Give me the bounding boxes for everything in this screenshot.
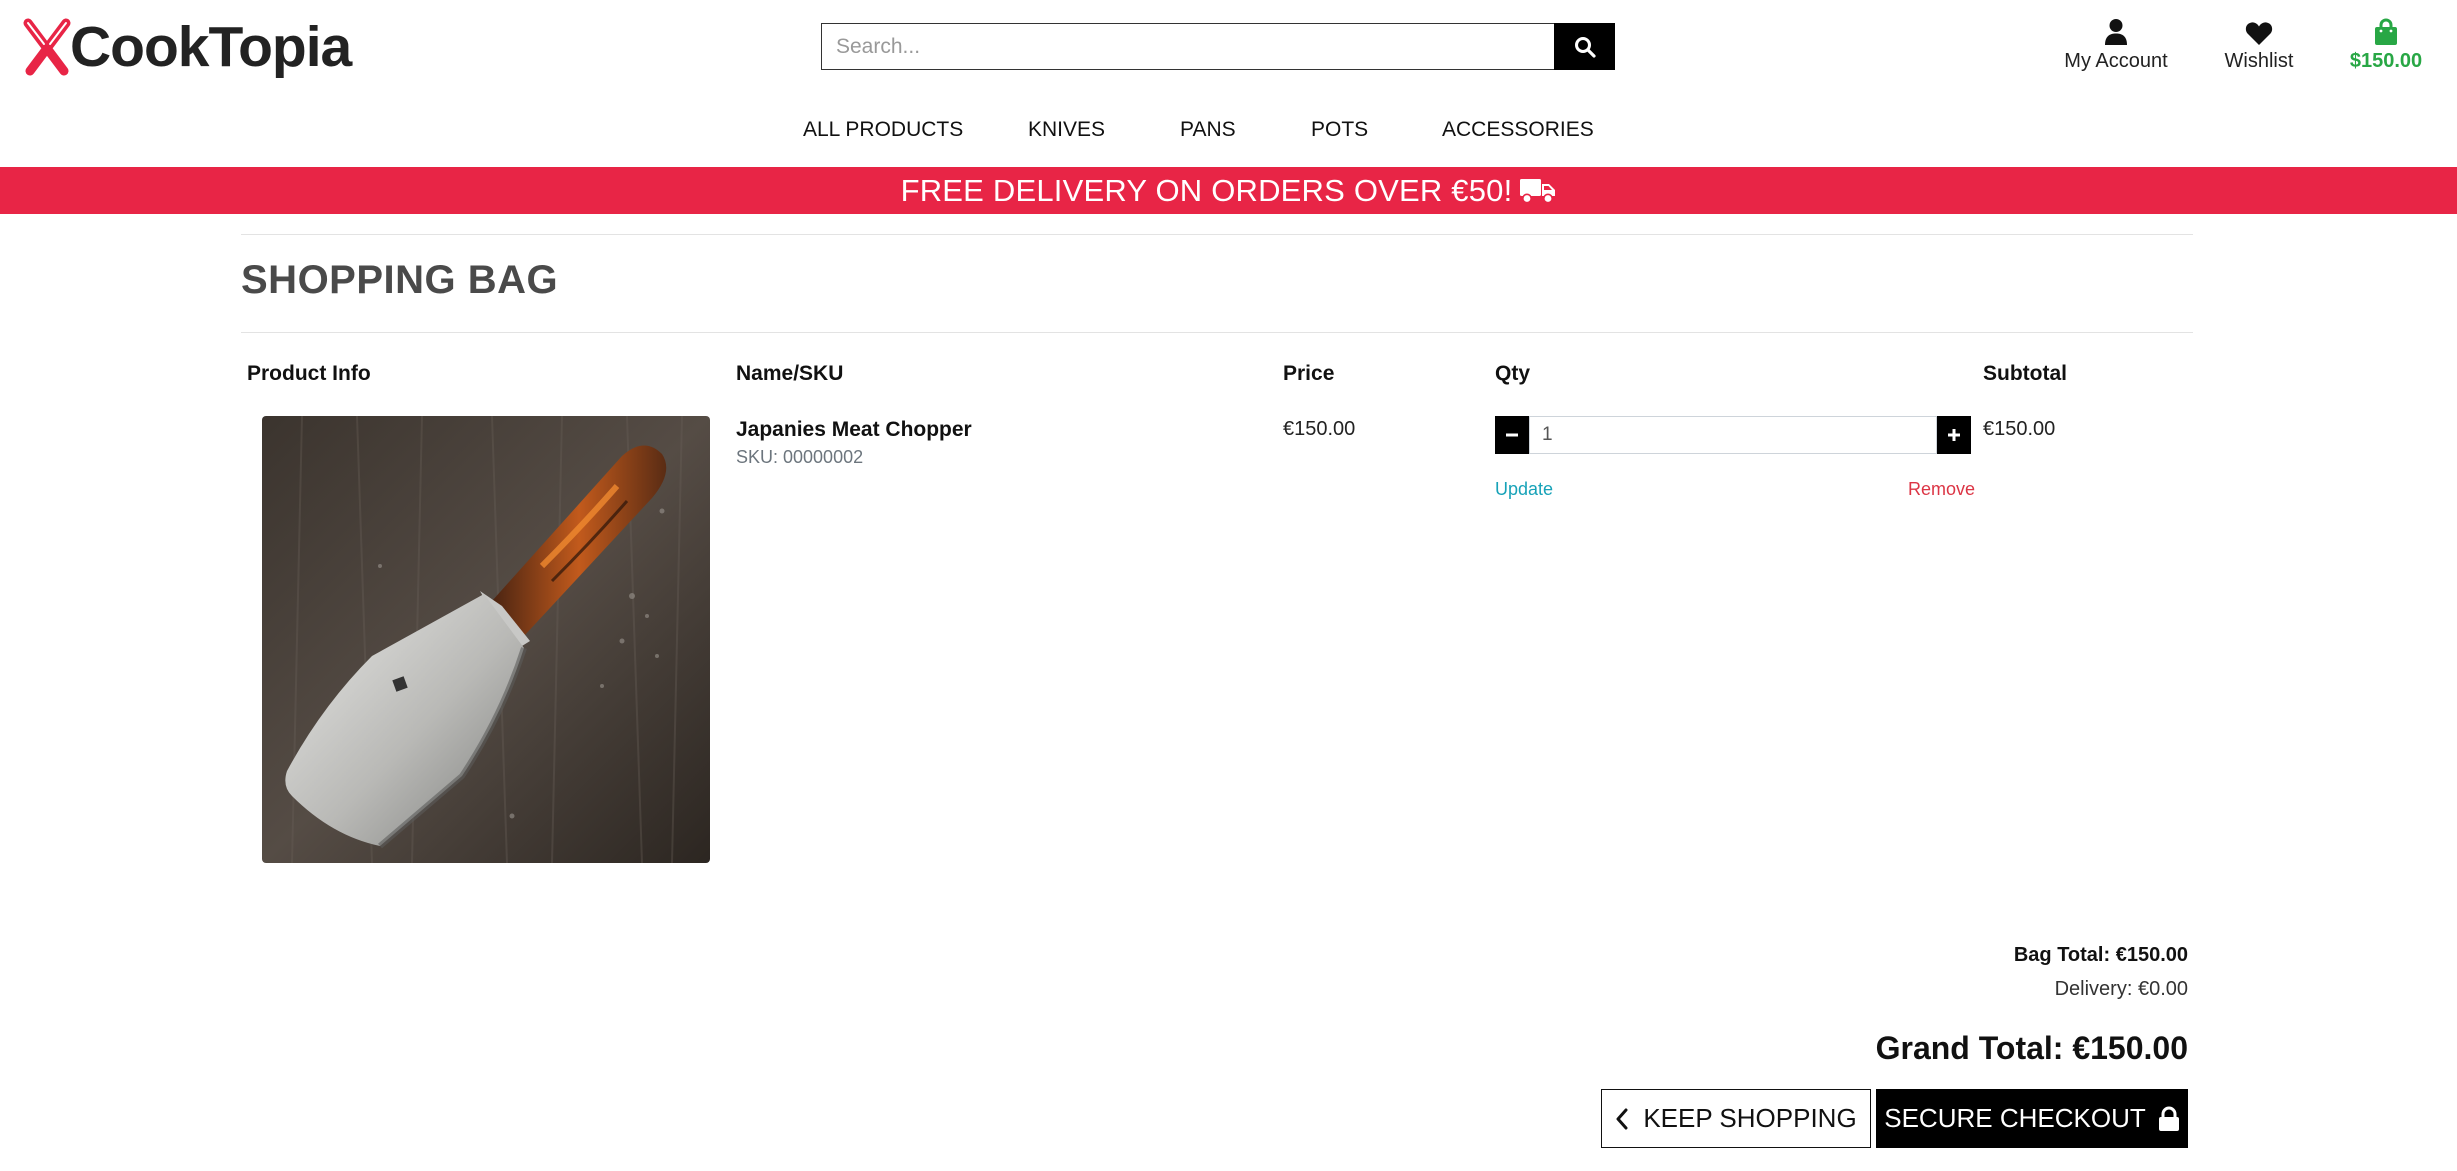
nav-all-products[interactable]: ALL PRODUCTS bbox=[803, 118, 963, 142]
quantity-stepper bbox=[1495, 416, 1971, 454]
wishlist-label: Wishlist bbox=[2224, 50, 2294, 72]
heart-icon bbox=[2245, 22, 2273, 45]
shopping-bag-link[interactable]: $150.00 bbox=[2340, 16, 2432, 73]
keep-shopping-button[interactable]: KEEP SHOPPING bbox=[1601, 1089, 1871, 1148]
remove-link[interactable]: Remove bbox=[1908, 479, 1975, 500]
lock-icon bbox=[2158, 1106, 2179, 1131]
user-icon bbox=[2105, 19, 2127, 45]
bag-total-amount: $150.00 bbox=[2349, 50, 2423, 72]
header-product-info: Product Info bbox=[247, 362, 371, 385]
search-button[interactable] bbox=[1554, 23, 1615, 70]
truck-icon bbox=[1520, 178, 1556, 203]
secure-checkout-button[interactable]: SECURE CHECKOUT bbox=[1876, 1089, 2188, 1148]
update-link[interactable]: Update bbox=[1495, 479, 1553, 500]
wishlist-link[interactable]: Wishlist bbox=[2218, 16, 2300, 73]
free-delivery-banner: FREE DELIVERY ON ORDERS OVER €50! bbox=[0, 167, 2457, 214]
page-title: SHOPPING BAG bbox=[241, 258, 559, 302]
main-nav: ALL PRODUCTS KNIVES PANS POTS ACCESSORIE… bbox=[0, 118, 2457, 148]
my-account-label: My Account bbox=[2064, 50, 2168, 72]
site-logo[interactable]: CookTopia bbox=[20, 12, 352, 82]
top-divider bbox=[241, 234, 2193, 235]
plus-icon bbox=[1948, 429, 1960, 441]
banner-text: FREE DELIVERY ON ORDERS OVER €50! bbox=[900, 172, 1513, 208]
nav-knives[interactable]: KNIVES bbox=[1028, 118, 1105, 142]
product-sku: SKU: 00000002 bbox=[736, 447, 864, 467]
chevron-left-icon bbox=[1616, 1108, 1628, 1129]
search-input[interactable] bbox=[821, 23, 1554, 70]
qty-input[interactable] bbox=[1529, 416, 1937, 454]
brand-name: CookTopia bbox=[70, 14, 352, 79]
keep-shopping-label: KEEP SHOPPING bbox=[1643, 1103, 1857, 1133]
crossed-knives-icon bbox=[23, 18, 71, 76]
grand-total: Grand Total: €150.00 bbox=[1875, 1030, 2188, 1066]
product-image bbox=[262, 416, 710, 863]
delivery-cost: Delivery: €0.00 bbox=[2054, 978, 2188, 1000]
nav-pans[interactable]: PANS bbox=[1180, 118, 1236, 142]
minus-icon bbox=[1506, 433, 1518, 437]
nav-accessories[interactable]: ACCESSORIES bbox=[1442, 118, 1594, 142]
header-subtotal: Subtotal bbox=[1983, 362, 2067, 385]
product-subtotal: €150.00 bbox=[1983, 418, 2056, 440]
secure-checkout-label: SECURE CHECKOUT bbox=[1884, 1103, 2146, 1133]
increment-qty-button[interactable] bbox=[1937, 416, 1971, 454]
header-qty: Qty bbox=[1495, 362, 1531, 385]
header-name-sku: Name/SKU bbox=[736, 362, 844, 385]
product-price: €150.00 bbox=[1283, 418, 1356, 440]
header-price: Price bbox=[1283, 362, 1335, 385]
search-bar bbox=[821, 23, 1615, 70]
my-account-link[interactable]: My Account bbox=[2056, 16, 2176, 73]
decrement-qty-button[interactable] bbox=[1495, 416, 1529, 454]
product-name[interactable]: Japanies Meat Chopper bbox=[736, 418, 972, 442]
search-icon bbox=[1574, 36, 1596, 58]
bag-total: Bag Total: €150.00 bbox=[2013, 944, 2188, 966]
shopping-bag-icon bbox=[2375, 18, 2397, 45]
title-divider bbox=[241, 332, 2193, 333]
nav-pots[interactable]: POTS bbox=[1311, 118, 1368, 142]
